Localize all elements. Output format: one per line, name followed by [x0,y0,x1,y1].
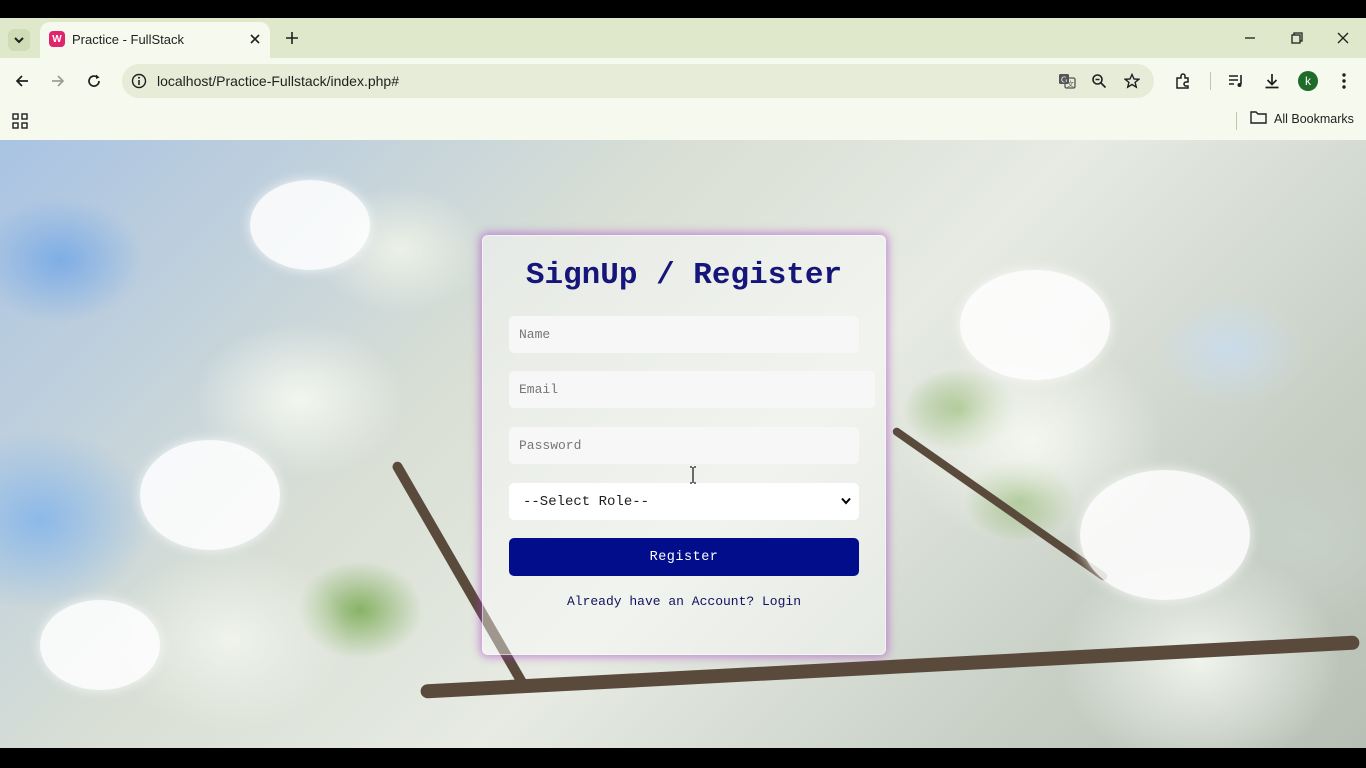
register-button[interactable]: Register [509,538,859,576]
blossom-decoration [140,440,280,550]
bookmarks-bar: All Bookmarks [0,104,1366,140]
all-bookmarks-label: All Bookmarks [1274,111,1354,126]
extensions-icon[interactable] [1172,70,1194,92]
profile-avatar[interactable]: k [1298,71,1318,91]
minimize-icon[interactable] [1240,28,1260,48]
info-icon[interactable] [130,72,148,90]
role-select[interactable]: --Select Role-- [509,483,859,520]
toolbar-divider [1210,72,1211,90]
browser-toolbar: localhost/Practice-Fullstack/index.php# … [0,58,1366,104]
close-icon[interactable] [246,30,264,48]
folder-icon [1250,110,1267,127]
password-field[interactable] [509,427,859,464]
branch-decoration [891,426,1109,582]
bookmarks-divider [1236,112,1237,130]
url-text: localhost/Practice-Fullstack/index.php# [157,73,400,89]
tab-search-icon[interactable] [8,29,30,51]
close-window-icon[interactable] [1333,28,1353,48]
page-background: SignUp / Register --Select Role-- Regist… [0,140,1366,748]
apps-icon[interactable] [10,111,30,131]
blossom-decoration [250,180,370,270]
reload-icon[interactable] [83,70,105,92]
screen-top-bar [0,0,1366,18]
blossom-decoration [1080,470,1250,600]
role-select-value: --Select Role-- [523,493,650,510]
text-cursor-icon [690,466,696,484]
screen-bottom-bar [0,748,1366,768]
address-bar[interactable]: localhost/Practice-Fullstack/index.php# … [122,64,1154,98]
menu-icon[interactable] [1333,70,1355,92]
media-icon[interactable] [1225,70,1247,92]
page-title: SignUp / Register [525,258,843,293]
translate-icon[interactable]: G文 [1057,71,1077,91]
email-field[interactable] [509,371,875,408]
all-bookmarks-button[interactable]: All Bookmarks [1250,110,1354,127]
svg-text:文: 文 [1067,80,1074,89]
restore-icon[interactable] [1287,28,1307,48]
signup-card: SignUp / Register --Select Role-- Regist… [482,235,886,655]
blossom-decoration [40,600,160,690]
tab-strip: W Practice - FullStack [0,18,1366,58]
wamp-favicon-icon: W [49,31,65,47]
name-field[interactable] [509,316,859,353]
tab-title: Practice - FullStack [72,32,184,47]
download-icon[interactable] [1261,70,1283,92]
chevron-down-icon [839,494,853,508]
login-link[interactable]: Already have an Account? Login [483,594,885,609]
tab-practice-fullstack[interactable]: W Practice - FullStack [40,22,270,58]
star-icon[interactable] [1122,71,1142,91]
forward-icon[interactable] [47,70,69,92]
plus-icon[interactable] [282,28,302,48]
blossom-decoration [960,270,1110,380]
zoom-icon[interactable] [1089,71,1109,91]
back-icon[interactable] [11,70,33,92]
